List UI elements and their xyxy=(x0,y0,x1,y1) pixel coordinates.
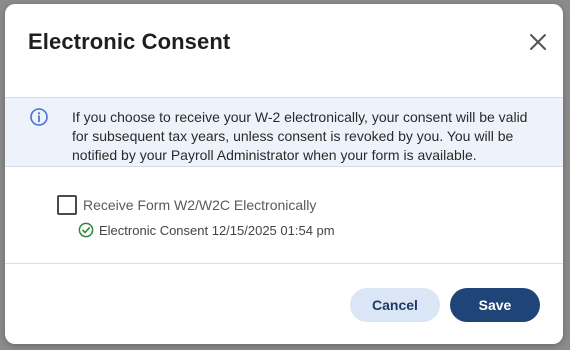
electronic-consent-dialog: Electronic Consent If you choose to rece… xyxy=(5,4,563,344)
info-message: If you choose to receive your W-2 electr… xyxy=(72,109,528,163)
save-button[interactable]: Save xyxy=(450,288,540,322)
info-banner: If you choose to receive your W-2 electr… xyxy=(5,97,563,167)
dialog-header: Electronic Consent xyxy=(5,4,563,92)
close-icon xyxy=(530,34,546,50)
receive-electronically-checkbox[interactable] xyxy=(57,195,77,215)
cancel-button[interactable]: Cancel xyxy=(350,288,440,322)
consent-status-text: Electronic Consent 12/15/2025 01:54 pm xyxy=(99,222,335,238)
check-circle-icon xyxy=(78,222,94,238)
consent-section: Receive Form W2/W2C Electronically Elect… xyxy=(5,167,563,264)
receive-electronically-option[interactable]: Receive Form W2/W2C Electronically xyxy=(57,194,316,216)
dialog-title: Electronic Consent xyxy=(28,29,231,54)
info-icon xyxy=(30,108,48,126)
consent-status: Electronic Consent 12/15/2025 01:54 pm xyxy=(78,222,335,238)
checkbox-label: Receive Form W2/W2C Electronically xyxy=(83,197,317,213)
close-button[interactable] xyxy=(527,31,549,53)
